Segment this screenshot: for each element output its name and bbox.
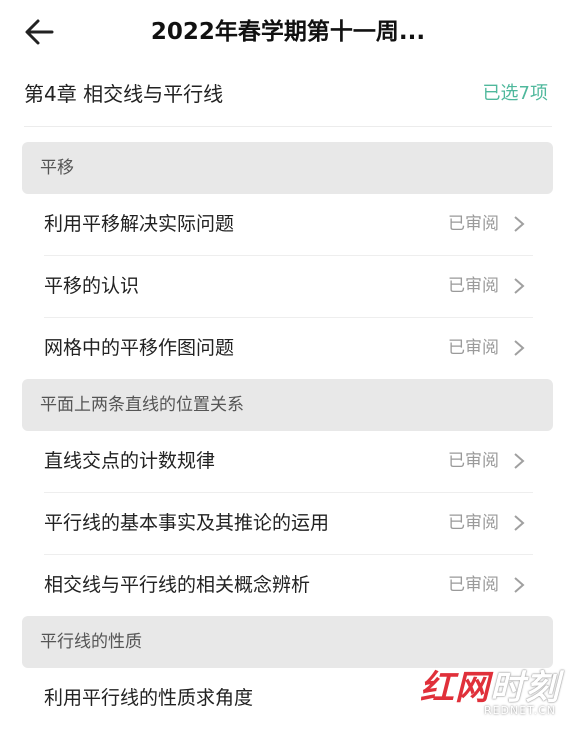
chapter-header: 第4章 相交线与平行线 已选7项 [24,64,552,127]
chevron-right-icon [514,577,525,593]
knowledge-point-list: 平移 利用平移解决实际问题 已审阅 平移的认识 已审阅 网格中的平移作图问题 已… [22,142,553,729]
list-item[interactable]: 平移的认识 已审阅 [44,256,533,318]
list-item-label: 直线交点的计数规律 [44,450,216,472]
watermark-sub: REDNET.CN [483,704,556,717]
review-status: 已审阅 [448,513,499,533]
review-status: 已审阅 [448,276,499,296]
chevron-right-icon [514,515,525,531]
top-bar: 2022年春学期第十一周... [0,0,576,64]
watermark-logo: 红网时刻 REDNET.CN [410,660,560,722]
list-item[interactable]: 相交线与平行线的相关概念辨析 已审阅 [44,555,533,616]
watermark-text: 红网时刻 [420,660,560,709]
chevron-right-icon [514,340,525,356]
review-status: 已审阅 [448,338,499,358]
list-item[interactable]: 利用平移解决实际问题 已审阅 [44,194,533,256]
selected-count[interactable]: 已选7项 [483,64,548,124]
chevron-right-icon [514,453,525,469]
list-item-label: 网格中的平移作图问题 [44,337,235,359]
list-item-label: 相交线与平行线的相关概念辨析 [44,574,311,596]
page-title: 2022年春学期第十一周... [150,19,426,45]
review-status: 已审阅 [448,575,499,595]
list-item-label: 利用平移解决实际问题 [44,213,235,235]
chevron-right-icon [514,216,525,232]
chapter-title: 第4章 相交线与平行线 [24,82,224,106]
watermark-part2: 时刻 [490,668,560,708]
list-item-label: 利用平行线的性质求角度 [44,687,254,709]
list-item[interactable]: 网格中的平移作图问题 已审阅 [44,318,533,379]
list-item-label: 平移的认识 [44,275,140,297]
group-header: 平面上两条直线的位置关系 [22,379,553,431]
review-status: 已审阅 [448,214,499,234]
chevron-right-icon [514,278,525,294]
back-arrow-icon[interactable] [22,14,58,50]
group-header: 平移 [22,142,553,194]
watermark-part1: 红网 [420,668,490,708]
review-status: 已审阅 [448,451,499,471]
list-item[interactable]: 平行线的基本事实及其推论的运用 已审阅 [44,493,533,555]
list-item[interactable]: 直线交点的计数规律 已审阅 [44,431,533,493]
list-item-label: 平行线的基本事实及其推论的运用 [44,512,330,534]
